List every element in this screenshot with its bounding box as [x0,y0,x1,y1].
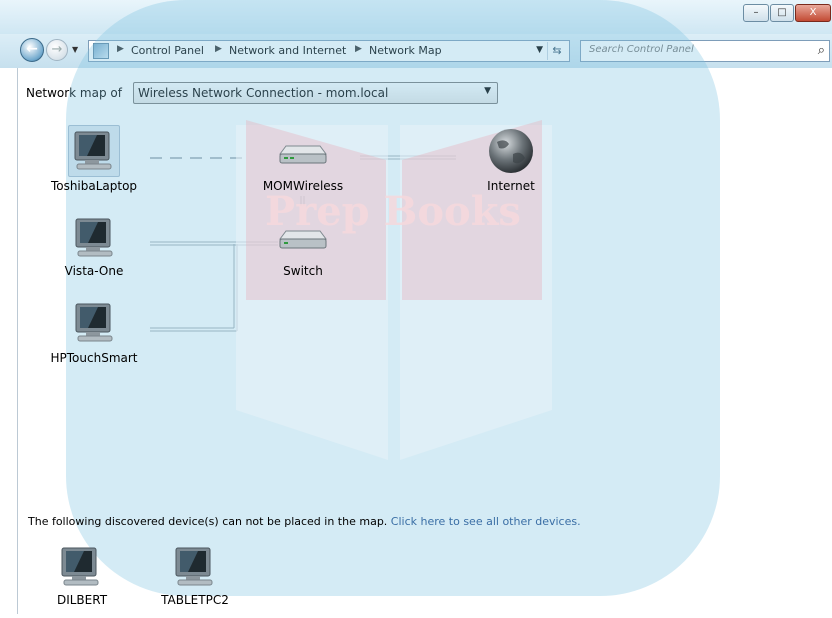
switch-node[interactable] [276,225,328,258]
unplaced-devices-message: The following discovered device(s) can n… [28,515,581,528]
hptouchsmart-node[interactable] [70,300,120,349]
vista-one-node[interactable] [70,215,120,264]
tabletpc2-label: TABLETPC2 [161,593,229,607]
computer-icon [75,218,113,257]
momwireless-node[interactable] [276,140,328,173]
unplaced-devices-text: The following discovered device(s) can n… [28,515,388,528]
see-other-devices-link[interactable]: Click here to see all other devices. [391,515,581,528]
switch-icon [279,230,327,249]
internet-label: Internet [487,179,535,193]
computer-icon [61,547,99,586]
switch-label: Switch [283,264,323,278]
hptouchsmart-label: HPTouchSmart [50,351,138,365]
dilbert-label: DILBERT [56,593,108,607]
computer-icon [175,547,213,586]
dilbert-node[interactable] [56,544,106,593]
vista-one-label: Vista-One [64,264,124,278]
internet-node[interactable] [485,128,537,179]
tabletpc2-node[interactable] [170,544,220,593]
router-icon [279,145,327,164]
momwireless-label: MOMWireless [262,179,344,193]
toshibalaptop-label: ToshibaLaptop [50,179,138,193]
globe-icon [489,129,533,173]
toshibalaptop-node[interactable] [68,125,120,177]
computer-icon [74,131,112,170]
computer-icon [75,303,113,342]
